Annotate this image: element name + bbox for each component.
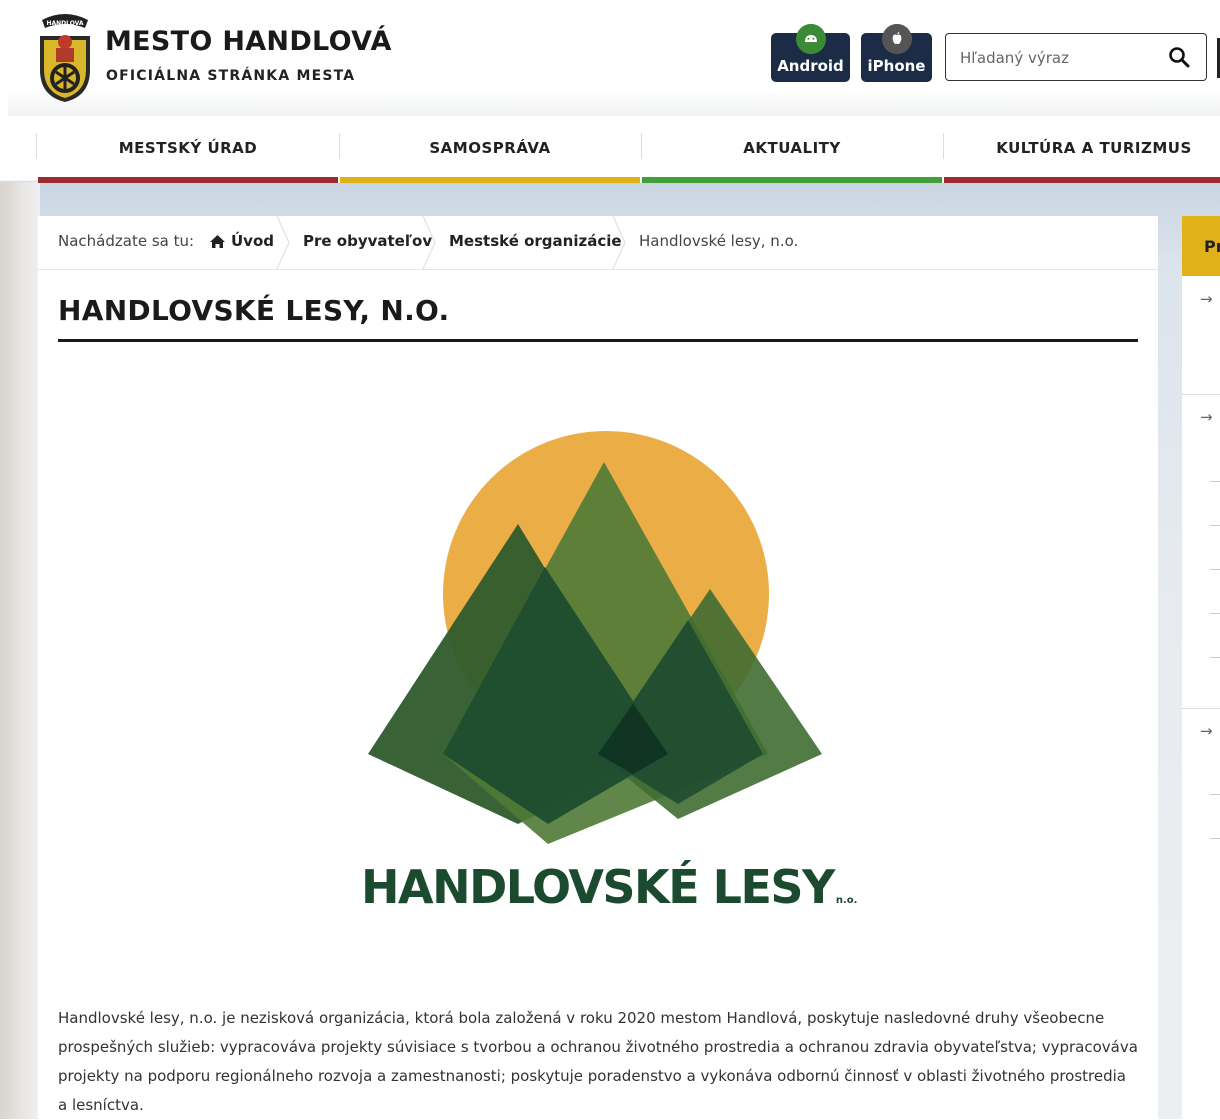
svg-text:HANDLOVA: HANDLOVA (46, 20, 83, 27)
search-box (945, 33, 1207, 81)
main-content: Nachádzate sa tu: Úvod Pre obyvateľov Me… (38, 216, 1158, 1119)
nav-color-bar (340, 177, 640, 183)
site-title[interactable]: MESTO HANDLOVÁ (105, 26, 392, 57)
iphone-label: iPhone (867, 57, 926, 75)
page-backdrop (0, 182, 40, 1119)
site-subtitle: OFICIÁLNA STRÁNKA MESTA (106, 68, 356, 84)
arrow-right-icon[interactable]: → (1200, 290, 1213, 308)
android-icon (795, 24, 826, 54)
sidebar-heading: Pr (1182, 216, 1220, 276)
breadcrumb-current: Handlovské lesy, n.o. (639, 232, 799, 250)
nav-color-bar (944, 177, 1220, 183)
article-body: Handlovské lesy, n.o. je nezisková organ… (58, 1009, 1138, 1114)
apple-icon (881, 24, 912, 54)
site-header: HANDLOVA MESTO HANDLOVÁ OFICIÁLNA STRÁNK… (0, 0, 1220, 116)
title-underline (58, 339, 1138, 342)
breadcrumb-separator (612, 216, 626, 269)
right-sidebar: Pr → → → (1182, 216, 1220, 1119)
breadcrumb-lead: Nachádzate sa tu: (58, 232, 195, 250)
breadcrumb-home[interactable]: Úvod (231, 232, 274, 250)
home-icon[interactable] (209, 234, 226, 249)
city-coat-of-arms-logo[interactable]: HANDLOVA (36, 12, 94, 104)
android-label: Android (777, 57, 844, 75)
android-app-button[interactable]: Android (771, 24, 850, 82)
nav-color-bar (38, 177, 338, 183)
iphone-app-button[interactable]: iPhone (861, 24, 932, 82)
nav-color-bar (642, 177, 942, 183)
search-icon[interactable] (1168, 46, 1190, 68)
arrow-right-icon[interactable]: → (1200, 408, 1213, 426)
nav-item-mestsky-urad[interactable]: MESTSKÝ ÚRAD (38, 133, 338, 183)
nav-item-kultura-a-turizmus[interactable]: KULTÚRA A TURIZMUS (944, 133, 1220, 183)
nav-item-aktuality[interactable]: AKTUALITY (642, 133, 942, 183)
breadcrumb-separator (276, 216, 290, 269)
search-input[interactable] (958, 44, 1162, 72)
arrow-right-icon[interactable]: → (1200, 722, 1213, 740)
page-title: HANDLOVSKÉ LESY, N.O. (58, 294, 450, 327)
nav-item-samosprava[interactable]: SAMOSPRÁVA (340, 133, 640, 183)
breadcrumb-mestske-organizacie[interactable]: Mestské organizácie (449, 232, 622, 250)
logo-wordmark: HANDLOVSKÉ LESY n.o. (361, 860, 858, 914)
breadcrumb-pre-obyvatelov[interactable]: Pre obyvateľov (303, 232, 432, 250)
handlovske-lesy-logo-image (368, 431, 822, 844)
breadcrumb: Nachádzate sa tu: Úvod Pre obyvateľov Me… (38, 216, 1158, 270)
main-nav: MESTSKÝ ÚRAD SAMOSPRÁVA AKTUALITY KULTÚR… (36, 133, 1220, 183)
breadcrumb-separator (422, 216, 436, 269)
